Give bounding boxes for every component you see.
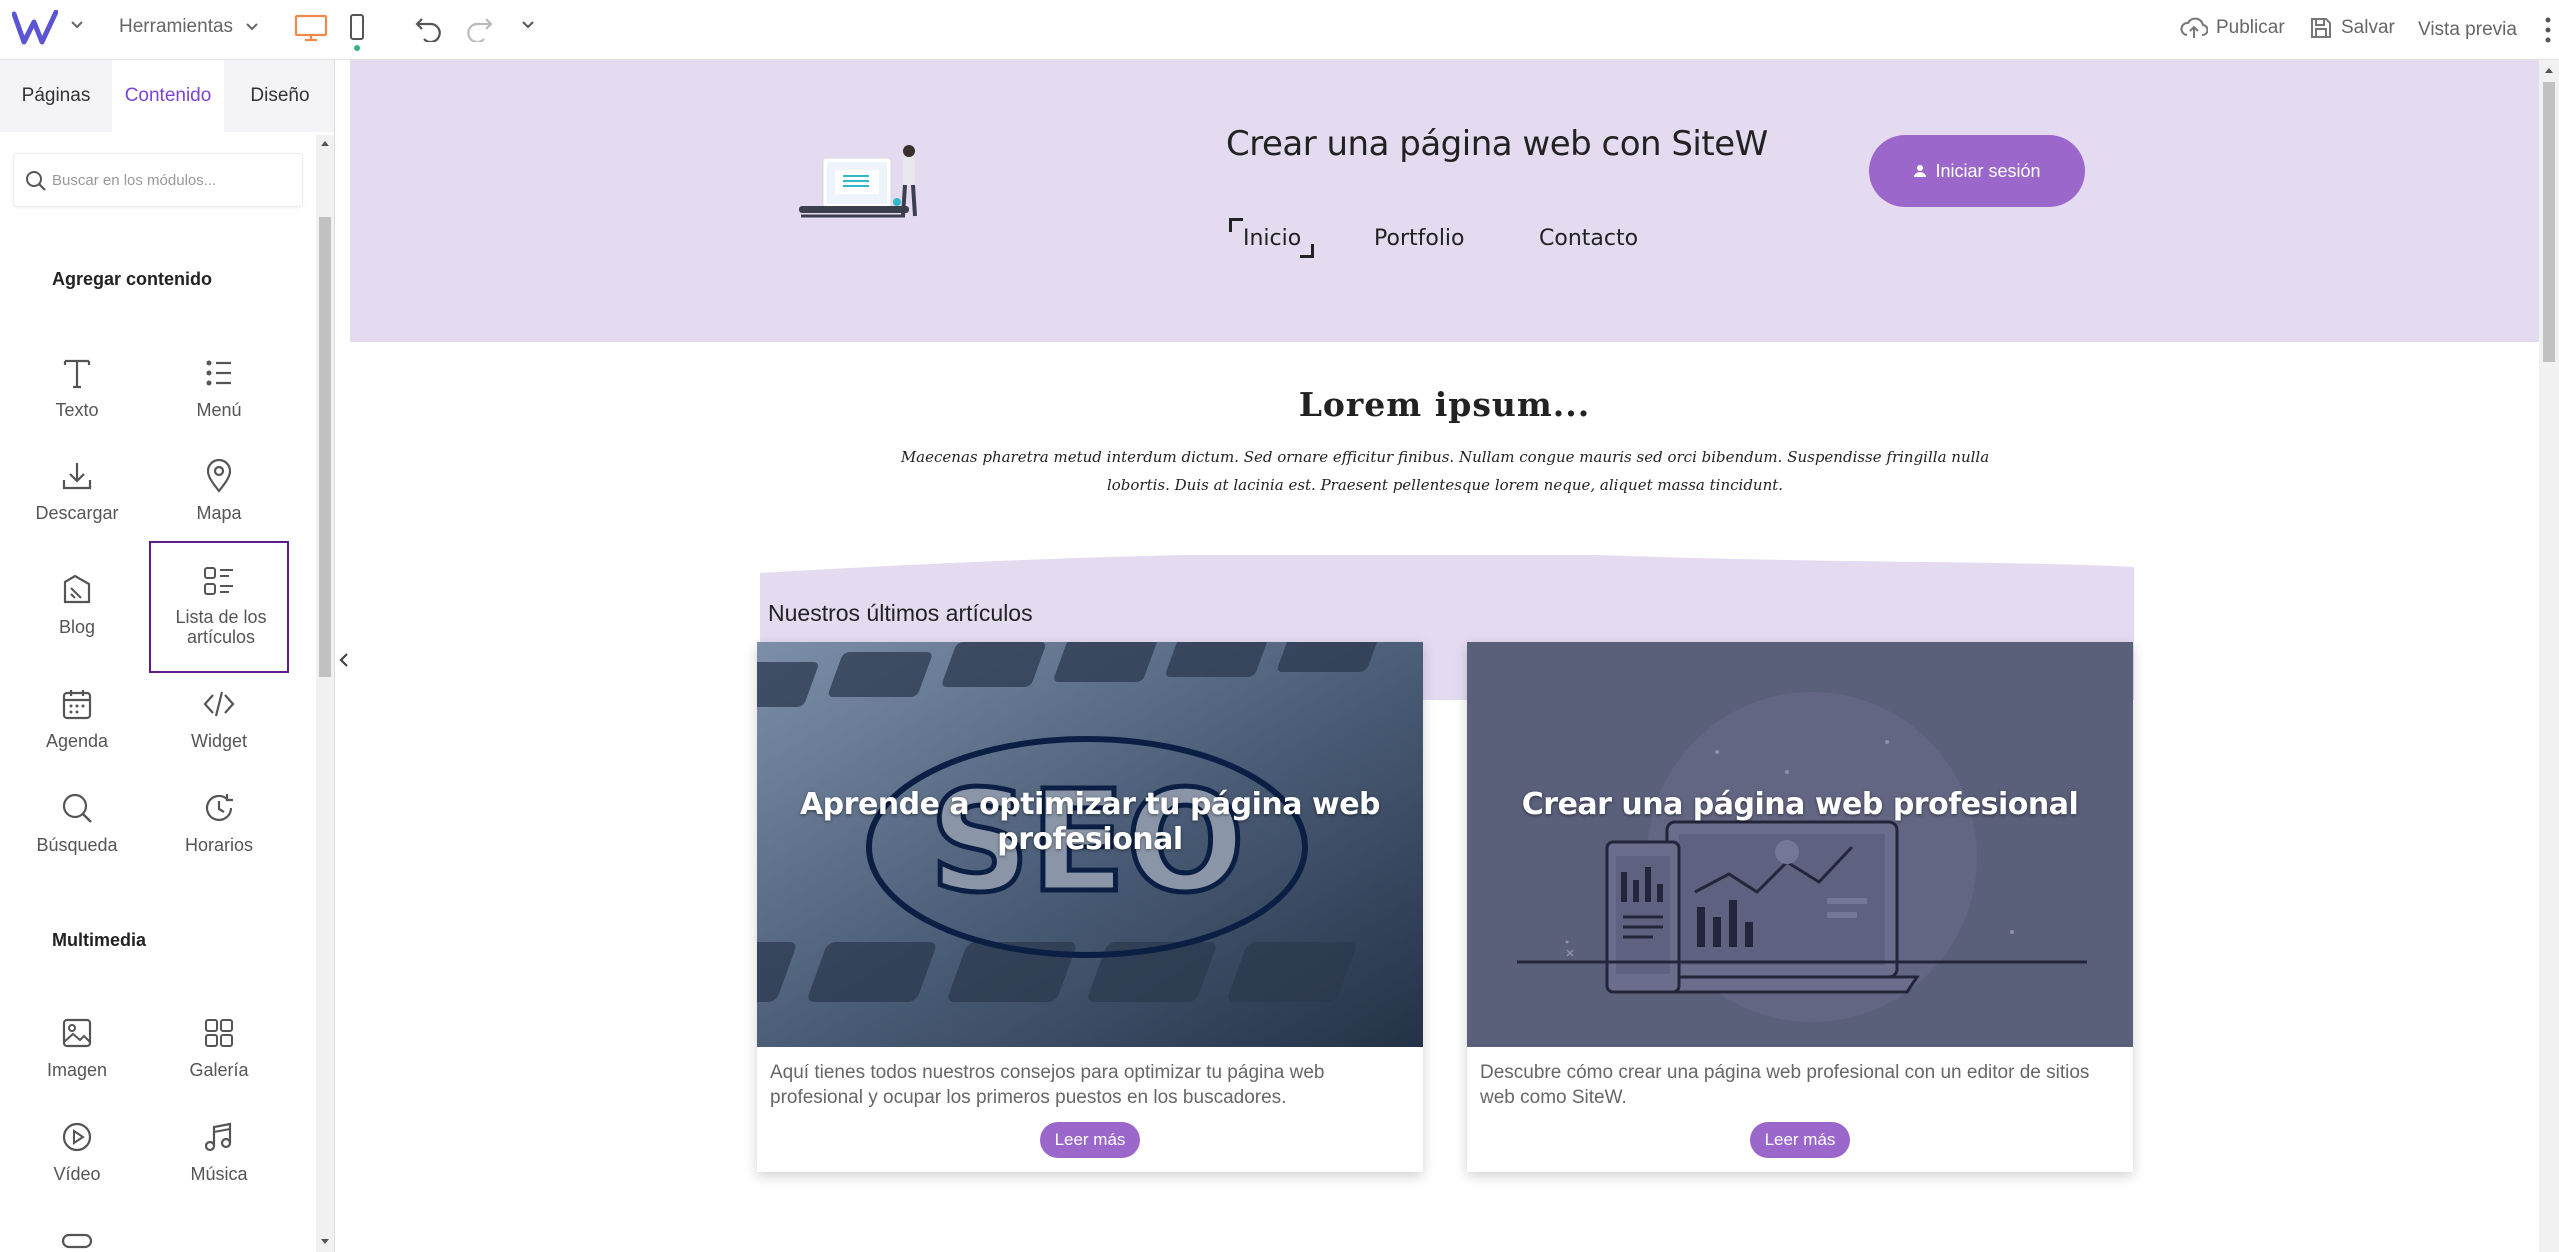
module-button-partial[interactable] [7, 1223, 147, 1252]
canvas-scroll-thumb[interactable] [2543, 82, 2555, 362]
module-label: Texto [55, 400, 99, 420]
top-toolbar: Herramientas Publicar Salvar Vista previ… [0, 0, 2559, 60]
map-pin-icon [206, 458, 232, 493]
article-title[interactable]: Crear una página web profesional [1467, 787, 2133, 822]
save-label: Salvar [2341, 17, 2395, 38]
login-label: Iniciar sesión [1935, 160, 2041, 181]
article-description: Aquí tienes todos nuestros consejos para… [770, 1062, 1325, 1108]
mobile-view-icon[interactable] [348, 13, 366, 55]
article-image-website [1467, 642, 2133, 1047]
module-label: Música [190, 1164, 248, 1184]
page-canvas: Crear una página web con SiteW Iniciar s… [350, 60, 2539, 1252]
selection-corner [1300, 244, 1314, 258]
module-label: Blog [58, 617, 96, 637]
hero-illustration [799, 145, 917, 218]
calendar-icon [62, 690, 92, 720]
add-content-title: Agregar contenido [52, 269, 213, 289]
module-label: Mapa [196, 503, 242, 523]
selection-corner [1229, 218, 1243, 232]
article-title[interactable]: Aprende a optimizar tu página web profes… [757, 787, 1423, 857]
redo-icon[interactable] [464, 14, 494, 42]
floppy-disk-icon [2311, 18, 2331, 38]
button-icon [61, 1233, 93, 1249]
text-icon [63, 359, 91, 389]
article-description: Descubre cómo crear una página web profe… [1480, 1062, 2090, 1108]
login-button[interactable]: Iniciar sesión [1869, 135, 2085, 207]
music-icon [204, 1122, 232, 1152]
lorem-title[interactable]: Lorem ipsum... [350, 385, 2539, 424]
module-schedule[interactable]: Horarios [149, 790, 289, 920]
module-label: Lista de los artículos [175, 607, 267, 647]
article-card[interactable]: Crear una página web profesional Descubr… [1467, 642, 2133, 1172]
nav-item-inicio[interactable]: Inicio [1243, 226, 1301, 251]
module-label: Vídeo [53, 1164, 101, 1184]
module-label: Descargar [35, 503, 119, 523]
article-card[interactable]: SEO Aprende a optimizar tu página web pr… [757, 642, 1423, 1172]
play-icon [62, 1122, 92, 1152]
read-more-button[interactable]: Leer más [1750, 1122, 1850, 1158]
clock-icon [205, 794, 233, 821]
menu-list-icon [206, 360, 231, 386]
upload-cloud-icon [2180, 17, 2208, 38]
tab-pages[interactable]: Páginas [0, 60, 112, 132]
publish-button[interactable]: Publicar [2180, 16, 2285, 40]
preview-label: Vista previa [2418, 19, 2517, 40]
search-icon [62, 793, 92, 823]
blog-icon [63, 574, 91, 604]
sidebar-tabs: Páginas Contenido Diseño [0, 60, 334, 132]
canvas-scrollbar[interactable] [2539, 60, 2559, 1252]
read-more-button[interactable]: Leer más [1040, 1122, 1140, 1158]
publish-label: Publicar [2216, 17, 2285, 38]
tools-chevron-down-icon [246, 23, 258, 31]
tools-label: Herramientas [119, 16, 234, 37]
user-icon [1914, 165, 1927, 177]
image-icon [62, 1018, 92, 1048]
module-search [13, 153, 303, 207]
tab-design[interactable]: Diseño [224, 60, 334, 132]
content-sidebar: Páginas Contenido Diseño Agregar conteni… [0, 60, 335, 1252]
gallery-icon [205, 1019, 233, 1047]
tools-menu[interactable]: Herramientas [119, 16, 259, 38]
articles-section-title[interactable]: Nuestros últimos artículos [768, 600, 1033, 627]
undo-icon[interactable] [414, 14, 444, 42]
module-label: Widget [190, 731, 248, 751]
desktop-view-icon[interactable] [294, 14, 328, 42]
module-article-list[interactable]: Lista de los artículos [149, 541, 289, 673]
save-button[interactable]: Salvar [2309, 16, 2395, 40]
module-label: Imagen [46, 1060, 108, 1080]
module-label: Búsqueda [36, 835, 118, 855]
sidebar-scrollbar[interactable] [316, 135, 334, 1252]
module-label: Horarios [184, 835, 254, 855]
logo-chevron-down-icon[interactable] [70, 20, 84, 30]
module-blog[interactable]: Blog [7, 572, 147, 702]
module-search-input[interactable] [52, 154, 297, 206]
more-vertical-icon[interactable] [2544, 16, 2552, 44]
module-download[interactable]: Descargar [7, 458, 147, 588]
article-list-icon [204, 567, 233, 595]
preview-button[interactable]: Vista previa [2418, 19, 2517, 41]
scroll-up-arrow-icon[interactable] [320, 139, 330, 147]
scroll-down-arrow-icon[interactable] [320, 1238, 330, 1246]
module-search[interactable]: Búsqueda [7, 790, 147, 920]
site-header: Crear una página web con SiteW Iniciar s… [350, 60, 2539, 342]
module-music[interactable]: Música [149, 1119, 289, 1249]
lorem-text[interactable]: Maecenas pharetra metud interdum dictum.… [880, 443, 2010, 499]
download-icon [62, 463, 92, 490]
site-title[interactable]: Crear una página web con SiteW [1226, 124, 1768, 164]
tab-content[interactable]: Contenido [112, 60, 224, 132]
multimedia-title: Multimedia [52, 930, 147, 950]
sidebar-scroll-thumb[interactable] [319, 217, 331, 677]
scroll-up-arrow-icon[interactable] [2544, 66, 2554, 74]
nav-item-contacto[interactable]: Contacto [1539, 226, 1638, 251]
history-chevron-down-icon[interactable] [521, 20, 535, 30]
code-icon [203, 691, 235, 717]
sitew-logo[interactable] [12, 10, 58, 46]
module-label: Agenda [45, 731, 109, 751]
search-icon [26, 171, 46, 191]
module-label: Galería [189, 1060, 249, 1080]
module-label: Menú [196, 400, 242, 420]
nav-item-portfolio[interactable]: Portfolio [1374, 226, 1465, 251]
